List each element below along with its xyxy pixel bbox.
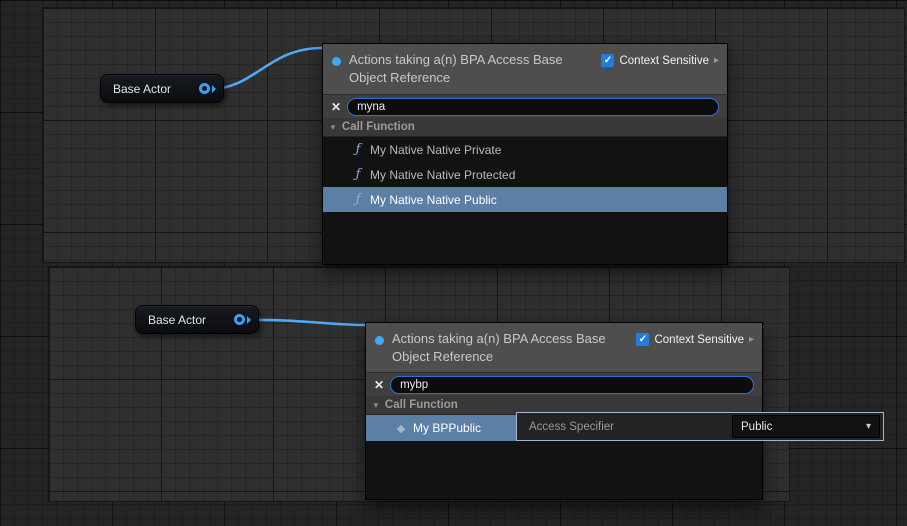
item-label: My BPPublic xyxy=(413,421,481,435)
search-input[interactable] xyxy=(390,376,754,394)
menu-header: Actions taking a(n) BPA Access Base Obje… xyxy=(366,323,762,372)
item-label: My Native Native Private xyxy=(370,143,501,157)
menu-item[interactable]: ƒ My Native Native Private xyxy=(323,137,727,162)
context-menu-top: Actions taking a(n) BPA Access Base Obje… xyxy=(322,43,728,265)
access-specifier-dropdown[interactable]: Public ▾ xyxy=(732,415,880,438)
category-label: Call Function xyxy=(385,399,458,411)
pin-arrow-icon xyxy=(247,316,251,324)
category-label: Call Function xyxy=(342,121,415,133)
menu-item-selected[interactable]: ƒ My Native Native Public xyxy=(323,187,727,212)
pin-type-dot-icon xyxy=(332,57,341,66)
menu-title: Actions taking a(n) BPA Access Base Obje… xyxy=(392,330,607,366)
pin-type-dot-icon xyxy=(375,336,384,345)
access-specifier-panel: Access Specifier Public ▾ xyxy=(516,412,884,441)
item-label: My Native Native Protected xyxy=(370,168,515,182)
context-sensitive-checkbox[interactable]: ✓ xyxy=(601,54,614,67)
node-base-actor-top[interactable]: Base Actor xyxy=(100,74,224,103)
context-sensitive-label: Context Sensitive xyxy=(654,334,744,346)
check-icon: ✓ xyxy=(604,56,612,66)
search-row: ✕ xyxy=(366,372,762,396)
submenu-arrow-icon[interactable]: ▸ xyxy=(714,55,719,66)
function-icon: ƒ xyxy=(351,167,365,182)
clear-search-icon[interactable]: ✕ xyxy=(374,378,384,392)
menu-title: Actions taking a(n) BPA Access Base Obje… xyxy=(349,51,564,87)
pin-arrow-icon xyxy=(212,85,216,93)
context-sensitive-toggle[interactable]: ✓ Context Sensitive ▸ xyxy=(636,333,754,346)
context-sensitive-toggle[interactable]: ✓ Context Sensitive ▸ xyxy=(601,54,719,67)
context-sensitive-label: Context Sensitive xyxy=(619,55,709,67)
menu-header: Actions taking a(n) BPA Access Base Obje… xyxy=(323,44,727,94)
submenu-arrow-icon[interactable]: ▸ xyxy=(749,334,754,345)
blueprint-function-icon: ◆ xyxy=(394,422,408,435)
blueprint-graph: Base Actor Base Actor Actions taking a(n… xyxy=(0,0,907,526)
collapse-icon[interactable]: ▼ xyxy=(372,401,380,410)
collapse-icon[interactable]: ▼ xyxy=(329,123,337,132)
node-base-actor-bottom[interactable]: Base Actor xyxy=(135,305,259,334)
function-icon: ƒ xyxy=(351,192,365,207)
menu-item[interactable]: ƒ My Native Native Protected xyxy=(323,162,727,187)
object-pin-icon[interactable] xyxy=(199,83,210,94)
access-specifier-label: Access Specifier xyxy=(517,413,729,440)
object-pin-icon[interactable] xyxy=(234,314,245,325)
item-label: My Native Native Public xyxy=(370,193,497,207)
search-row: ✕ xyxy=(323,94,727,118)
clear-search-icon[interactable]: ✕ xyxy=(331,100,341,114)
category-call-function[interactable]: ▼ Call Function xyxy=(323,118,727,137)
menu-items: ƒ My Native Native Private ƒ My Native N… xyxy=(323,137,727,264)
dropdown-value: Public xyxy=(741,421,772,433)
context-sensitive-checkbox[interactable]: ✓ xyxy=(636,333,649,346)
search-input[interactable] xyxy=(347,98,719,116)
node-label: Base Actor xyxy=(113,82,171,96)
function-icon: ƒ xyxy=(351,142,365,157)
check-icon: ✓ xyxy=(639,335,647,345)
context-menu-bottom: Actions taking a(n) BPA Access Base Obje… xyxy=(365,322,763,500)
node-label: Base Actor xyxy=(148,313,206,327)
chevron-down-icon: ▾ xyxy=(866,421,871,432)
